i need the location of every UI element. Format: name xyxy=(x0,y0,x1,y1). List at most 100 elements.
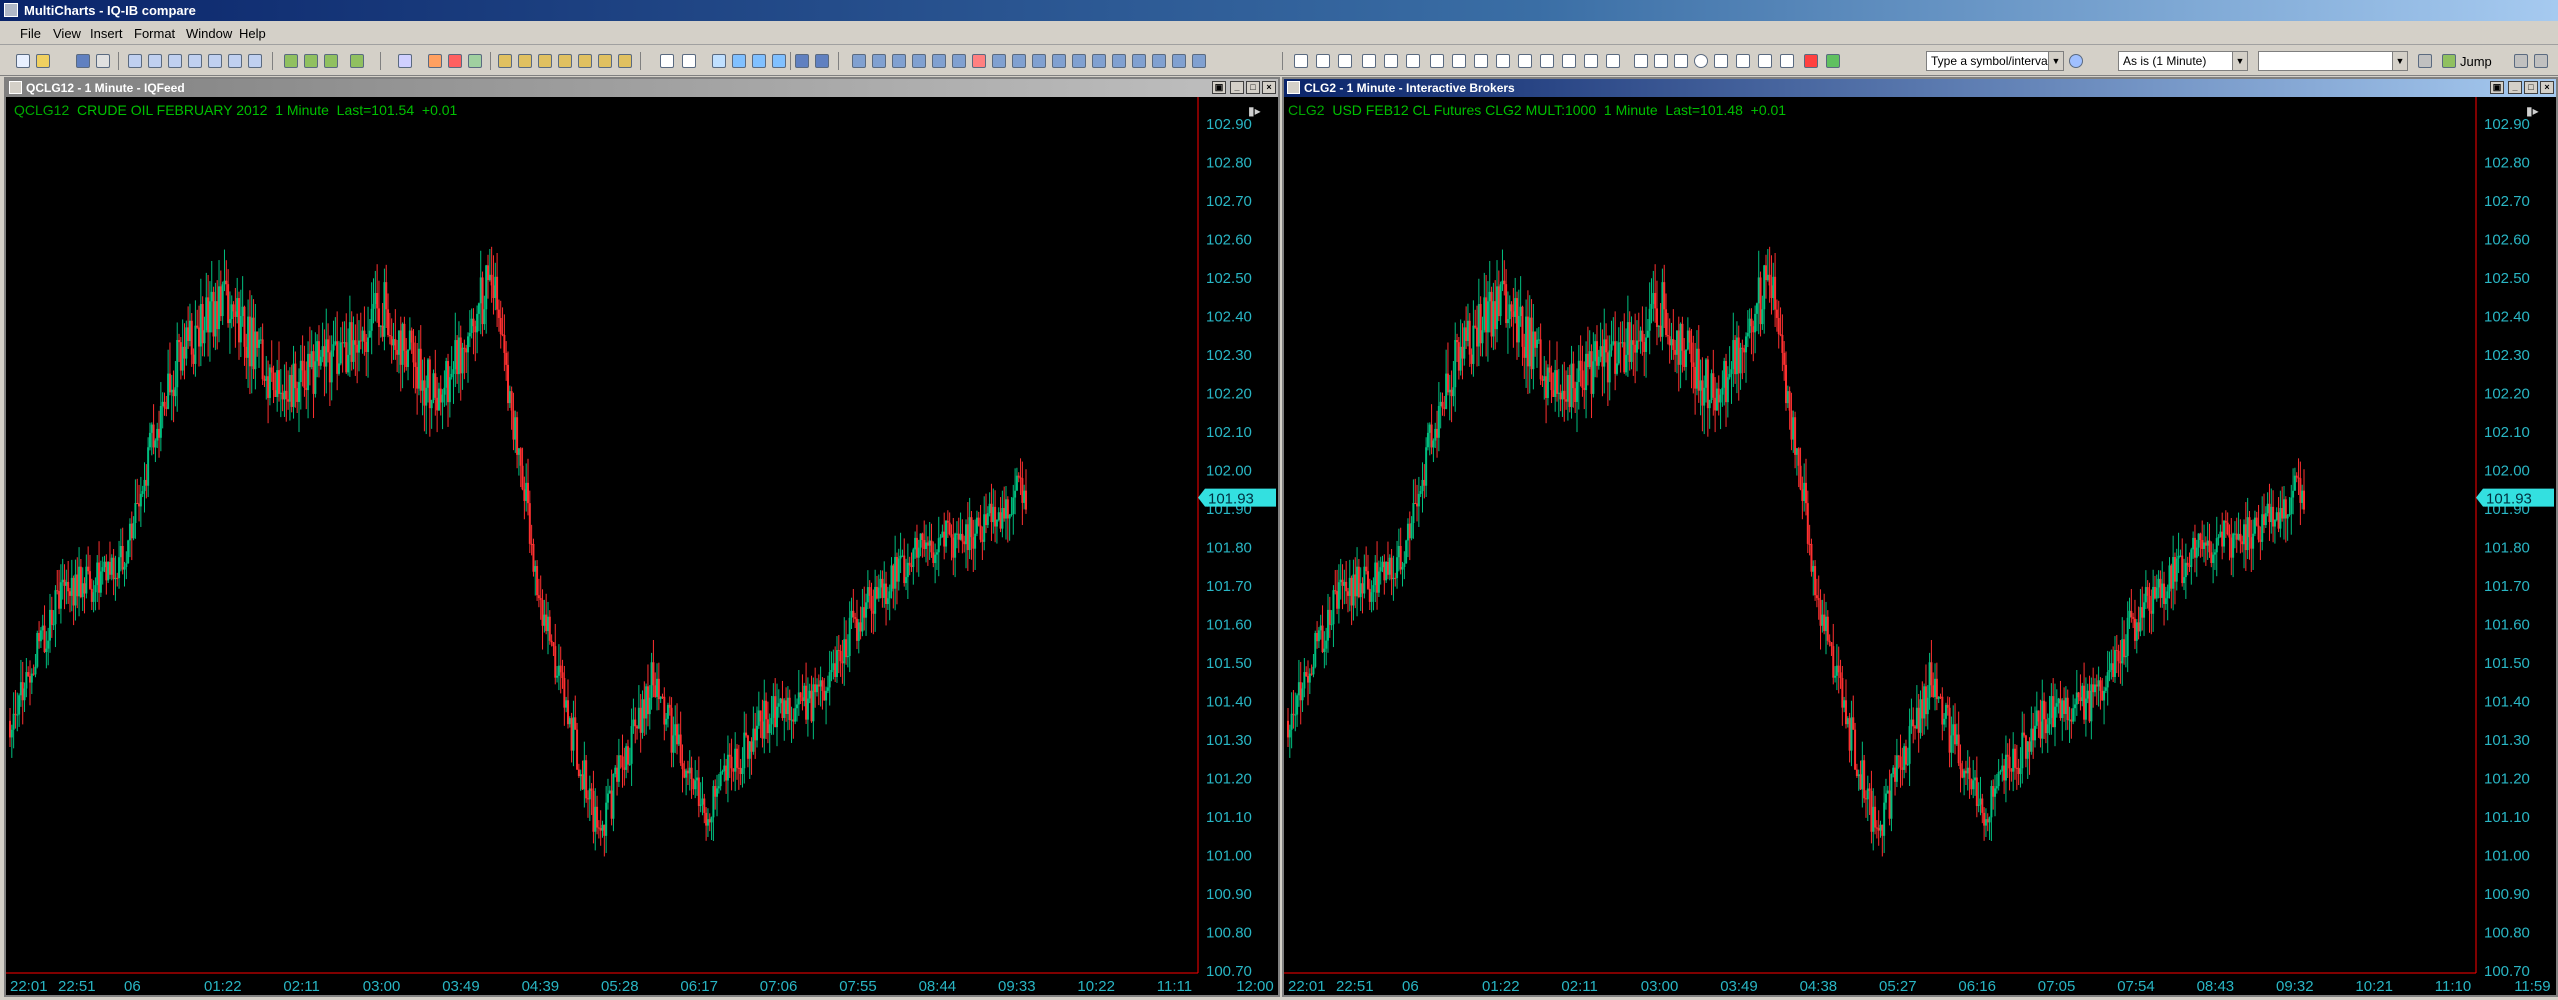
zoom-out-icon[interactable] xyxy=(1072,54,1086,68)
close-button[interactable]: × xyxy=(1262,81,1276,94)
menu-format[interactable]: Format xyxy=(134,26,175,41)
legend-toggle-icon[interactable]: ▮▸ xyxy=(2526,104,2539,118)
chart-window-ib[interactable]: CLG2 - 1 Minute - Interactive Brokers ▣ … xyxy=(1282,77,2558,997)
new-order-bar-icon[interactable] xyxy=(188,54,202,68)
menu-file[interactable]: File xyxy=(20,26,41,41)
magnet-icon[interactable] xyxy=(1804,54,1818,68)
replay-icon[interactable] xyxy=(1132,54,1146,68)
pointer-icon[interactable] xyxy=(660,54,674,68)
parallel-channel-icon[interactable] xyxy=(1362,54,1376,68)
bar-chart-type-icon[interactable] xyxy=(428,54,442,68)
chevron-down-icon[interactable]: ▼ xyxy=(2392,52,2407,70)
fib-extension-icon[interactable] xyxy=(1562,54,1576,68)
cycle-lines-icon[interactable] xyxy=(1496,54,1510,68)
scroll-left-icon[interactable] xyxy=(872,54,886,68)
minimize-button[interactable]: _ xyxy=(2508,81,2522,94)
symbol-input[interactable]: Type a symbol/interval ▼ xyxy=(1926,51,2064,71)
line-chart-type-icon[interactable] xyxy=(468,54,482,68)
scroll-right-icon[interactable] xyxy=(892,54,906,68)
chart-window-titlebar[interactable]: QCLG12 - 1 Minute - IQFeed ▣ _ □ × xyxy=(6,79,1278,97)
fibonacci-icon[interactable] xyxy=(1430,54,1444,68)
decrease-spacing-icon[interactable] xyxy=(952,54,966,68)
new-workspace-icon[interactable] xyxy=(16,54,30,68)
speed-lines-icon[interactable] xyxy=(1474,54,1488,68)
new-dom-icon[interactable] xyxy=(168,54,182,68)
time-zones-icon[interactable] xyxy=(1518,54,1532,68)
zoom-in-icon[interactable] xyxy=(1052,54,1066,68)
new-chart-icon[interactable] xyxy=(128,54,142,68)
bar-magnifier-icon[interactable] xyxy=(1152,54,1166,68)
comment-icon[interactable] xyxy=(712,54,726,68)
resolution-select[interactable]: As is (1 Minute) ▼ xyxy=(2118,51,2248,71)
volume-icon[interactable] xyxy=(598,54,612,68)
trendline-icon[interactable] xyxy=(1294,54,1308,68)
new-time-sales-icon[interactable] xyxy=(208,54,222,68)
minimize-button[interactable]: _ xyxy=(1230,81,1244,94)
gann-fan-icon[interactable] xyxy=(1406,54,1420,68)
intraday-icon[interactable] xyxy=(498,54,512,68)
angle-icon[interactable] xyxy=(1452,54,1466,68)
toolbar-forward-icon[interactable] xyxy=(2534,54,2548,68)
chart-settings-icon[interactable] xyxy=(1172,54,1186,68)
save-icon[interactable] xyxy=(76,54,90,68)
text-box-icon[interactable] xyxy=(1634,54,1648,68)
tick-icon[interactable] xyxy=(578,54,592,68)
arrow-down-icon[interactable] xyxy=(732,54,746,68)
print-icon[interactable] xyxy=(96,54,110,68)
price-chart-iqfeed[interactable]: 102.90 102.80 102.70 102.60 102.50 102.40 102.… xyxy=(6,97,1278,995)
alert-icon[interactable] xyxy=(972,54,986,68)
open-folder-icon[interactable] xyxy=(36,54,50,68)
freehand-icon[interactable] xyxy=(1736,54,1750,68)
arrow-flat-icon[interactable] xyxy=(772,54,786,68)
zoom-window-icon[interactable] xyxy=(1112,54,1126,68)
workspace-cascade-icon[interactable] xyxy=(815,54,829,68)
pencil-icon[interactable] xyxy=(1584,54,1598,68)
format-symbol-icon[interactable] xyxy=(398,54,412,68)
edit-study-icon[interactable] xyxy=(350,54,364,68)
strategy-icon[interactable] xyxy=(324,54,338,68)
arrow-draw-up-icon[interactable] xyxy=(1780,54,1794,68)
close-button[interactable]: × xyxy=(2540,81,2554,94)
toolbar-back-icon[interactable] xyxy=(2514,54,2528,68)
format-study-icon[interactable] xyxy=(304,54,318,68)
candle-chart-type-icon[interactable] xyxy=(448,54,462,68)
range-icon[interactable] xyxy=(618,54,632,68)
chart-window-titlebar[interactable]: CLG2 - 1 Minute - Interactive Brokers ▣ … xyxy=(1284,79,2556,97)
apply-icon[interactable] xyxy=(2418,54,2432,68)
jump-button[interactable]: Jump xyxy=(2460,54,2492,69)
insert-study-icon[interactable] xyxy=(284,54,298,68)
drawing-objects-icon[interactable] xyxy=(1826,54,1840,68)
expand-icon[interactable] xyxy=(1012,54,1026,68)
jump-icon[interactable] xyxy=(2442,54,2456,68)
chevron-down-icon[interactable]: ▼ xyxy=(2048,52,2063,70)
scroll-start-icon[interactable] xyxy=(852,54,866,68)
menu-help[interactable]: Help xyxy=(239,26,266,41)
arrow-draw-down-icon[interactable] xyxy=(1758,54,1772,68)
horizontal-line-icon[interactable] xyxy=(1316,54,1330,68)
legend-toggle-icon[interactable]: ▮▸ xyxy=(1248,104,1261,118)
link-icon[interactable] xyxy=(1192,54,1206,68)
daily-icon[interactable] xyxy=(518,54,532,68)
maximize-button[interactable]: □ xyxy=(2524,81,2538,94)
new-scanner-icon[interactable] xyxy=(148,54,162,68)
arc-icon[interactable] xyxy=(1714,54,1728,68)
chart-window-iqfeed[interactable]: QCLG12 - 1 Minute - IQFeed ▣ _ □ × QCLG1… xyxy=(4,77,1280,997)
andrews-pitchfork-icon[interactable] xyxy=(1384,54,1398,68)
detach-icon[interactable]: ▣ xyxy=(2490,81,2504,94)
weekly-icon[interactable] xyxy=(538,54,552,68)
increase-spacing-icon[interactable] xyxy=(932,54,946,68)
timezone-icon[interactable] xyxy=(2069,54,2083,68)
vertical-line-icon[interactable] xyxy=(1338,54,1352,68)
regression-icon[interactable] xyxy=(1540,54,1554,68)
crosshair-icon[interactable] xyxy=(682,54,696,68)
workspace-tile-icon[interactable] xyxy=(795,54,809,68)
menu-insert[interactable]: Insert xyxy=(90,26,123,41)
scroll-end-icon[interactable] xyxy=(912,54,926,68)
data-range-select[interactable]: ▼ xyxy=(2258,51,2408,71)
chevron-down-icon[interactable]: ▼ xyxy=(2232,52,2247,70)
new-portfolio-icon[interactable] xyxy=(228,54,242,68)
zoom-reset-icon[interactable] xyxy=(1092,54,1106,68)
price-chart-ib[interactable]: 102.90 102.80 102.70 102.60 102.50 102.40 102.… xyxy=(1284,97,2556,995)
rectangle-icon[interactable] xyxy=(1674,54,1688,68)
text-icon[interactable] xyxy=(1654,54,1668,68)
